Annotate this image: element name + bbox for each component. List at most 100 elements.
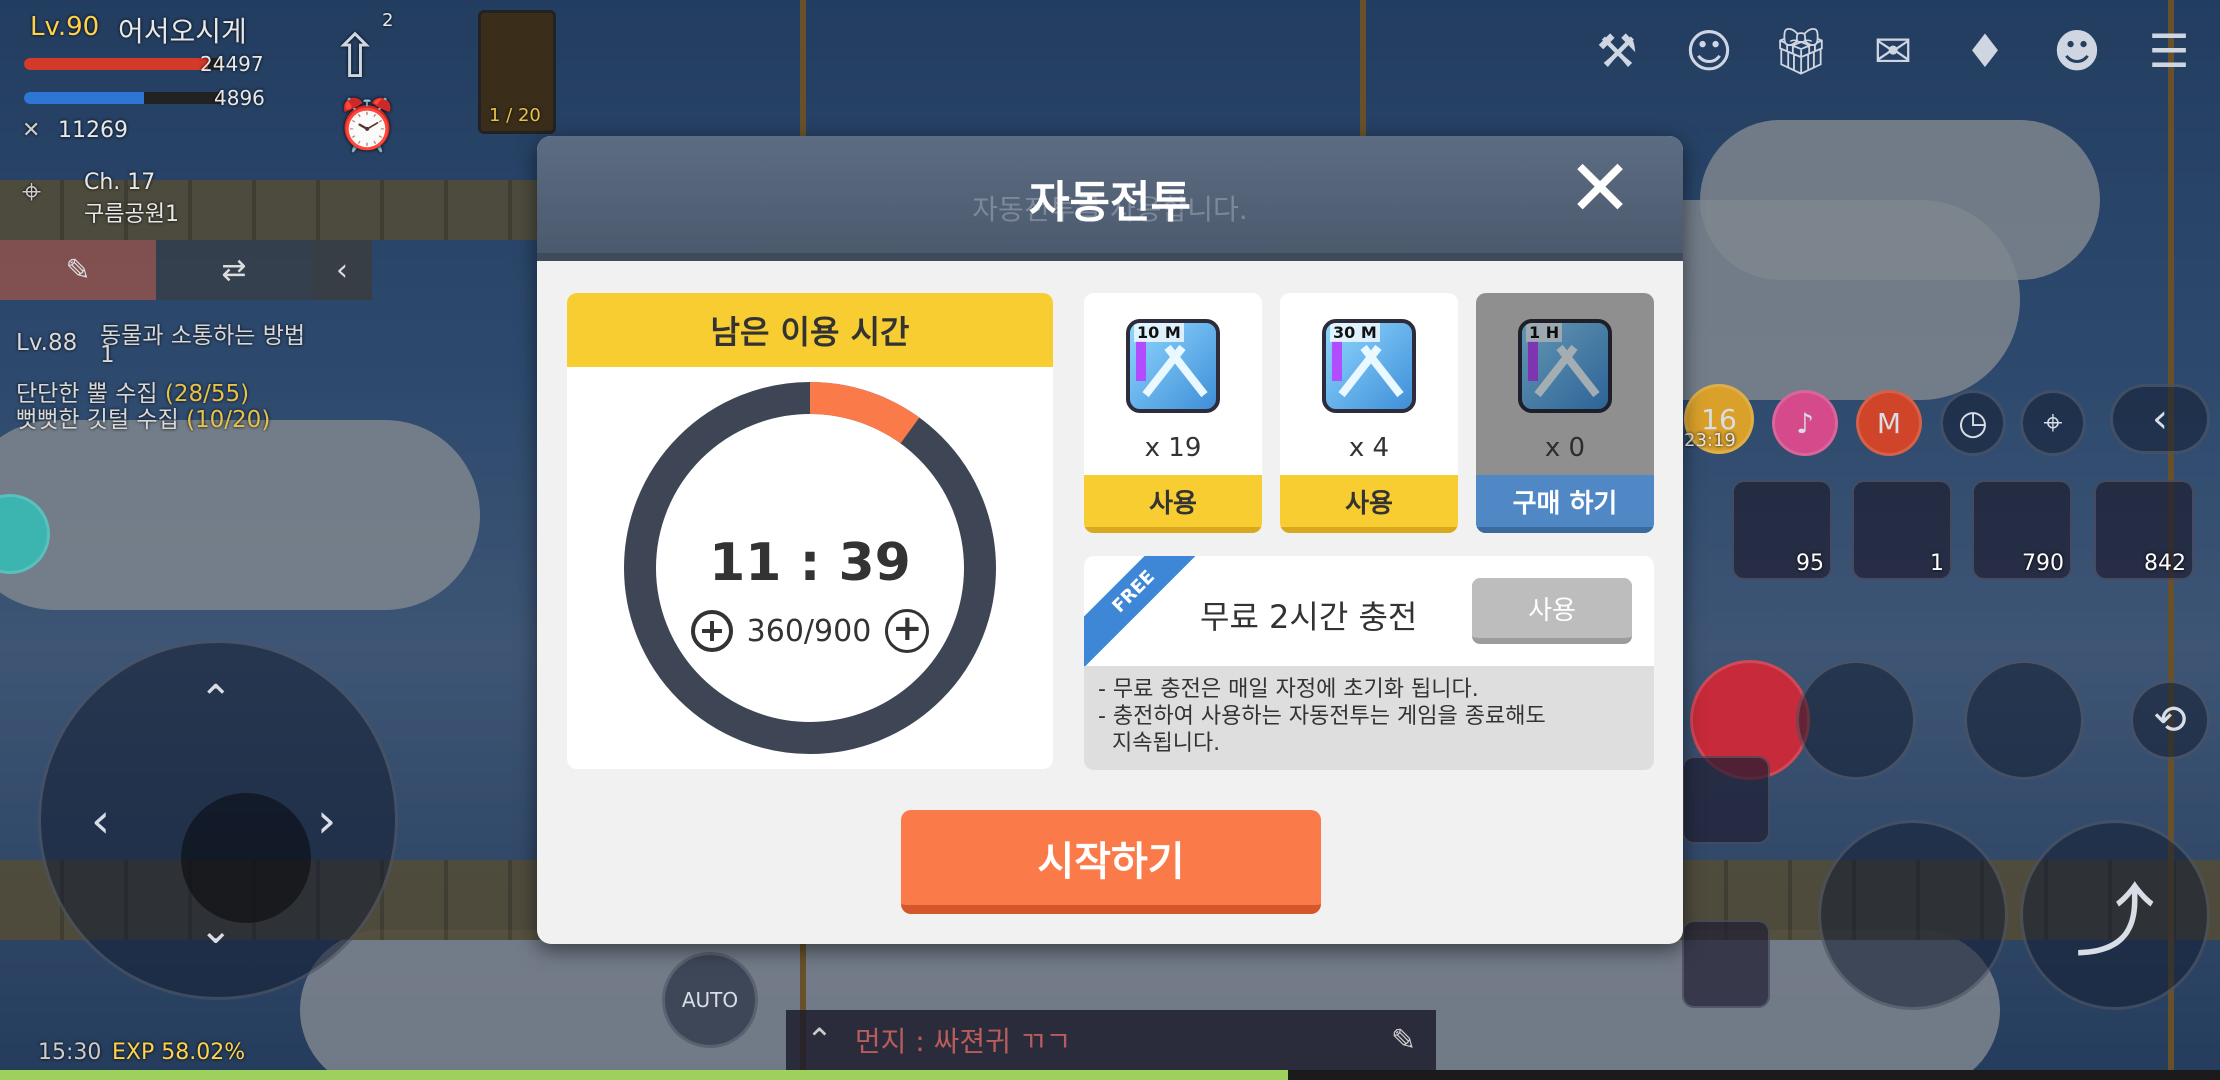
remaining-time-value: 11 : 39 [709,533,911,593]
skill-slot-b[interactable] [1682,920,1770,1008]
ticket-tag: 1 H [1526,323,1563,342]
ticket-tag: 30 M [1330,323,1380,342]
quick-slot-potion-blue[interactable]: 842 [2094,480,2194,580]
quest-title[interactable]: 동물과 소통하는 방법 [100,316,305,350]
dialog-header: 자동전투를 사용합니다. 자동전투 ✕ [537,136,1683,261]
joystick-up-icon: ⌃ [199,677,233,723]
auto-button[interactable]: AUTO [662,952,758,1048]
quest-level: Lv.88 [16,330,78,356]
ticket-tag: 10 M [1134,323,1184,342]
collapse-chevron-icon[interactable]: ‹ [312,240,372,300]
channel: Ch. 17 [84,170,156,195]
note-line: 지속됩니다. [1098,731,1221,756]
buff-timer: 23:19 [1684,430,1736,451]
add-energy-button[interactable]: + [885,609,930,653]
ticket-30m: 30 M x 4 사용 [1280,293,1458,533]
character-icon[interactable]: ☻ [2046,20,2108,82]
quest-task-2: 뻣뻣한 깃털 수집 (10/20) [16,400,270,434]
skill-button-2[interactable] [1964,660,2084,780]
quest-task-2-progress: (10/20) [186,407,271,433]
player-name: 어서오시게 [118,15,247,48]
chat-bar[interactable]: ⌃ 먼지 : 싸젼귀 ㄲㄱ ✎ [786,1010,1436,1070]
exp-bar [0,1070,2220,1080]
auto-battle-dialog: 자동전투를 사용합니다. 자동전투 ✕ 남은 이용 시간 11 : 39 360… [537,136,1683,944]
quick-slot-potion-red[interactable]: 790 [1972,480,2072,580]
use-30m-ticket-button[interactable]: 사용 [1280,475,1458,533]
alarm-clock-icon[interactable]: ⏰ [336,96,398,155]
party-count: 2 [382,10,394,31]
quest-book-icon[interactable]: ♪ [1772,390,1838,456]
virtual-joystick[interactable]: ⌃ › ‹ ⌄ [38,640,398,1000]
ticket-10m-icon: 10 M [1126,319,1220,413]
close-icon[interactable]: ✕ [1565,150,1635,228]
energy-row: 360/900 + [567,609,1053,653]
quick-slot-chest[interactable]: 1 [1852,480,1952,580]
quest-scroll-tab[interactable]: ✎ [0,240,156,300]
social-icon[interactable]: ☺ [1678,20,1740,82]
joystick-knob[interactable] [181,793,311,923]
skill-slot-a[interactable] [1682,756,1770,844]
buy-1h-ticket-button[interactable]: 구매 하기 [1476,475,1654,533]
remaining-time-panel: 남은 이용 시간 11 : 39 360/900 + [567,293,1053,769]
dialog-title: 자동전투 [1029,177,1191,228]
chat-expand-icon[interactable]: ⌃ [806,1021,833,1059]
clock-icon[interactable]: ◷ [1940,390,2006,456]
free-charge-box: FREE 무료 2시간 충전 사용 [1084,556,1654,666]
handshake-tab[interactable]: ⇄ [156,240,312,300]
start-button[interactable]: 시작하기 [901,810,1321,914]
quest-title-line2: 1 [100,342,115,368]
quest-task-2-text: 뻣뻣한 깃털 수집 [16,407,187,433]
mp-bar [24,92,224,104]
collapse-right-chevron-icon[interactable]: ‹ [2110,384,2210,454]
ticket-count: x 19 [1144,433,1202,463]
ticket-count: x 0 [1544,433,1586,463]
clock-time: 15:30 [38,1040,102,1065]
skill-button-1[interactable] [1796,660,1916,780]
chat-message: 먼지 : 싸젼귀 ㄲㄱ [854,1025,1072,1058]
free-charge-use-button[interactable]: 사용 [1472,578,1632,644]
ticket-10m: 10 M x 19 사용 [1084,293,1262,533]
jump-button[interactable]: ⤴ [2020,820,2210,1010]
map-name: 구름공원1 [84,202,179,227]
attack-button[interactable] [1818,820,2008,1010]
free-charge-notes: - 무료 충전은 매일 자정에 초기화 됩니다. - 충전하여 사용하는 자동전… [1084,666,1654,770]
ticket-1h: 1 H x 0 구매 하기 [1476,293,1654,533]
energy-value: 360/900 [746,613,872,649]
hp-bar [24,58,224,70]
tools-icon[interactable]: ⚒ [1586,20,1648,82]
slot-count: 790 [2022,551,2064,576]
party-icon[interactable]: ⇧ [330,22,380,92]
free-charge-label: 무료 2시간 충전 [1200,598,1418,636]
remaining-time-header: 남은 이용 시간 [567,293,1053,367]
ticket-30m-icon: 30 M [1322,319,1416,413]
free-ribbon: FREE [1084,556,1218,666]
coin-m-icon[interactable]: M [1856,390,1922,456]
mp-value: 4896 [214,86,265,110]
exp-percent: EXP 58.02% [112,1040,246,1065]
gift-icon[interactable]: 🎁︎ [1770,20,1832,82]
quick-slot-scroll[interactable]: 95 [1732,480,1832,580]
pet-card[interactable]: 1 / 20 [478,10,556,134]
note-line: - 충전하여 사용하는 자동전투는 게임을 종료해도 [1098,704,1546,729]
swap-skill-icon[interactable]: ⟲ [2130,680,2210,760]
hp-value: 24497 [200,52,264,76]
ticket-count: x 4 [1348,433,1390,463]
mail-icon[interactable]: ✉ [1862,20,1924,82]
player-level: Lv.90 [30,12,100,42]
joystick-down-icon: ⌄ [199,907,233,953]
hud-tab-bar: ✎ ⇄ ‹ [0,240,372,300]
map-pin-icon[interactable]: ⌖ [2020,390,2086,456]
exp-bar-fill [0,1070,1289,1080]
chat-edit-icon[interactable]: ✎ [1391,1023,1416,1058]
slot-count: 1 [1930,551,1944,576]
location-pin-icon: ⌖ [22,172,42,212]
ticket-1h-icon: 1 H [1518,319,1612,413]
menu-icon[interactable]: ☰ [2138,20,2200,82]
power-icon: ✕ [22,118,41,143]
joystick-left-icon: ‹ [91,793,111,849]
use-10m-ticket-button[interactable]: 사용 [1084,475,1262,533]
shop-bag-icon[interactable]: ♦ [1954,20,2016,82]
note-line: - 무료 충전은 매일 자정에 초기화 됩니다. [1098,677,1479,702]
slot-count: 842 [2144,551,2186,576]
joystick-right-icon: › [317,793,337,849]
